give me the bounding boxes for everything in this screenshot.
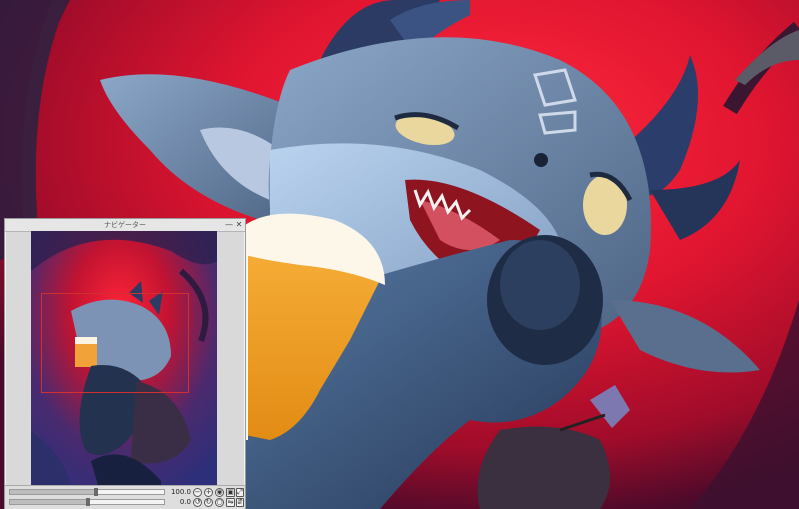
minimize-button[interactable]: — (224, 219, 234, 230)
rotate-slider-thumb[interactable] (86, 498, 90, 506)
flip-horizontal-icon[interactable]: ⇋ (226, 498, 235, 507)
rotate-slider-fill (10, 500, 87, 504)
fit-window-icon[interactable]: ▣ (226, 488, 235, 497)
flip-vertical-icon[interactable]: ⇵ (236, 498, 244, 507)
rotate-right-icon[interactable]: ↻ (204, 498, 213, 507)
rotate-slider[interactable] (9, 498, 165, 506)
actual-size-icon[interactable]: ◉ (215, 488, 224, 497)
zoom-slider-thumb[interactable] (93, 488, 98, 496)
nose-dot (534, 153, 548, 167)
navigator-controls: 100.0 − + ◉ ▣ ⤢ 0.0 ↺ ↻ ○ ⇋ ⇵ (5, 485, 245, 509)
rotate-value: 0.0 (179, 498, 191, 506)
collar-fur (477, 426, 610, 509)
zoom-slider-fill (10, 490, 95, 494)
expand-icon[interactable]: ⤢ (236, 488, 244, 497)
zoom-slider[interactable] (9, 488, 165, 496)
paw-thumb-highlight (500, 240, 580, 330)
plus-circle-icon[interactable]: + (204, 488, 213, 497)
reset-rotation-icon[interactable]: ○ (215, 498, 224, 507)
close-button[interactable]: ✕ (234, 219, 244, 230)
viewport-rectangle[interactable] (41, 293, 189, 393)
rotate-left-icon[interactable]: ↺ (193, 498, 202, 507)
navigator-preview[interactable] (31, 231, 217, 496)
minus-circle-icon[interactable]: − (193, 488, 202, 497)
navigator-panel[interactable]: ナビゲーター — ✕ 100.0 − + ◉ ▣ ⤢ 0.0 ↺ ↻ ○ ⇋ ⇵ (4, 218, 246, 509)
navigator-title: ナビゲーター (104, 221, 146, 229)
zoom-value: 100.0 (170, 488, 191, 496)
